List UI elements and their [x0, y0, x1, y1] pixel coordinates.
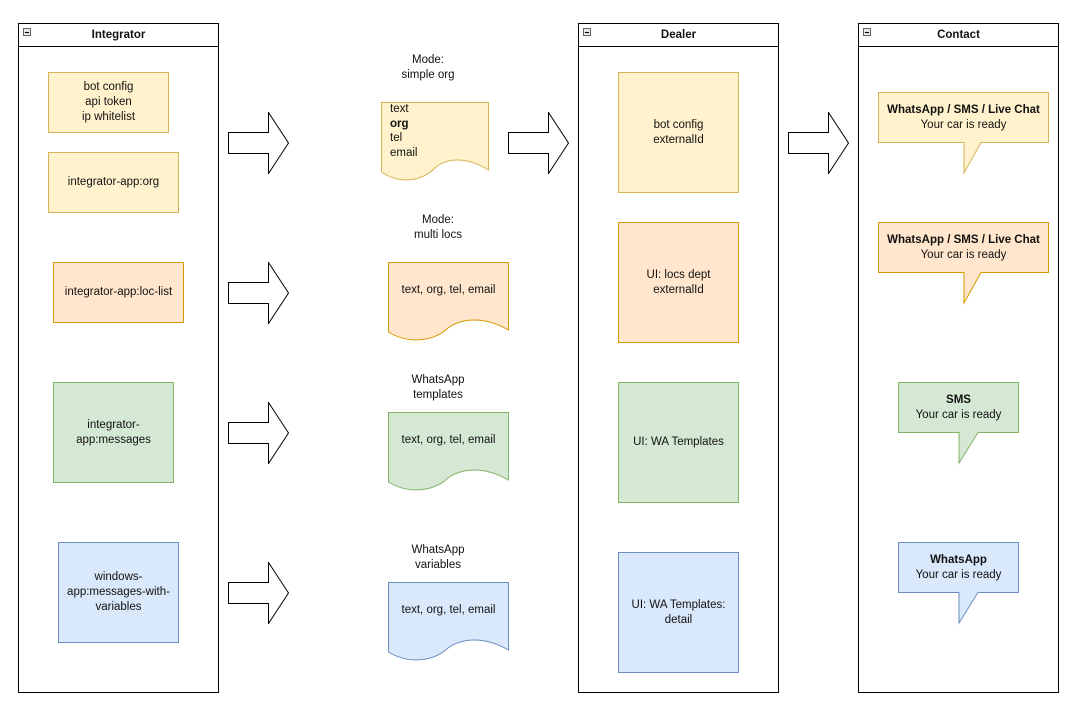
box-line: externalId [653, 283, 704, 296]
fields-text: text, org, tel, email [401, 434, 496, 446]
box-line: windows- [94, 571, 143, 583]
fields-text: text, org, tel, email [401, 284, 496, 296]
bubble-title: WhatsApp / SMS / Live Chat [887, 104, 1040, 116]
caption-line: variables [414, 559, 462, 571]
integrator-pool-header: Integrator [19, 24, 218, 47]
mode-doc-simple-org[interactable]: text org tel email [381, 102, 489, 182]
bubble-message: Your car is ready [915, 569, 1002, 581]
bubble-message: Your car is ready [920, 119, 1007, 131]
box-line: app:messages-with- [67, 586, 170, 598]
contact-bubble-whatsapp[interactable]: WhatsApp Your car is ready [898, 542, 1019, 625]
arrow-right-icon [508, 112, 570, 174]
box-line: integrator-app:org [67, 176, 160, 188]
field-email: email [390, 146, 418, 159]
box-line: api token [85, 96, 132, 108]
mode-caption-whatsapp-templates: WhatsApp templates [388, 373, 488, 403]
box-line: externalId [653, 133, 704, 146]
integrator-bot-config[interactable]: bot config api token ip whitelist [48, 72, 169, 133]
bubble-title: SMS [946, 394, 971, 406]
box-line: bot config [83, 81, 134, 93]
bubble-title: WhatsApp [930, 554, 987, 566]
arrow-right-icon [788, 112, 850, 174]
caption-line: multi locs [414, 229, 462, 241]
box-line: bot config [653, 118, 704, 131]
bubble-message: Your car is ready [920, 249, 1007, 261]
field-org: org [390, 117, 409, 130]
collapse-icon[interactable] [583, 28, 591, 36]
integrator-app-messages[interactable]: integrator- app:messages [53, 382, 174, 483]
integrator-app-loc-list[interactable]: integrator-app:loc-list [53, 262, 184, 323]
pool-title: Contact [937, 29, 980, 41]
mode-caption-multi-locs: Mode: multi locs [388, 213, 488, 243]
contact-bubble-sms[interactable]: SMS Your car is ready [898, 382, 1019, 465]
box-line: UI: WA Templates: [631, 598, 726, 611]
mode-caption-whatsapp-variables: WhatsApp variables [388, 543, 488, 573]
field-text: text [390, 103, 409, 115]
box-line: ip whitelist [81, 111, 136, 123]
arrow-right-icon [228, 262, 290, 324]
box-line: variables [95, 601, 142, 613]
caption-line: Mode: [412, 54, 444, 66]
mode-doc-multi-locs[interactable]: text, org, tel, email [388, 262, 509, 342]
integrator-app-org[interactable]: integrator-app:org [48, 152, 179, 213]
box-line: integrator-app:loc-list [64, 286, 173, 298]
mode-caption-simple-org: Mode: simple org [378, 53, 478, 83]
box-line: UI: locs dept [646, 268, 711, 281]
box-line: app:messages [76, 433, 151, 446]
caption-line: Mode: [422, 214, 454, 226]
dealer-ui-wa-templates-detail[interactable]: UI: WA Templates: detail [618, 552, 739, 673]
caption-line: simple org [401, 69, 455, 81]
arrow-right-icon [228, 112, 290, 174]
dealer-pool-header: Dealer [579, 24, 778, 47]
mode-doc-whatsapp-templates[interactable]: text, org, tel, email [388, 412, 509, 492]
dealer-ui-wa-templates[interactable]: UI: WA Templates [618, 382, 739, 503]
dealer-bot-config[interactable]: bot config externalId [618, 72, 739, 193]
arrow-right-icon [228, 562, 290, 624]
collapse-icon[interactable] [23, 28, 31, 36]
box-line: integrator- [87, 418, 140, 431]
pool-title: Dealer [660, 29, 697, 41]
box-line: UI: WA Templates [633, 436, 724, 448]
bubble-message: Your car is ready [915, 409, 1002, 421]
field-tel: tel [390, 132, 403, 144]
box-line: detail [664, 613, 693, 626]
contact-bubble-whatsapp-sms-livechat-locs[interactable]: WhatsApp / SMS / Live Chat Your car is r… [878, 222, 1049, 305]
windows-app-messages-with-variables[interactable]: windows- app:messages-with- variables [58, 542, 179, 643]
caption-line: templates [413, 389, 463, 401]
pool-title: Integrator [91, 29, 146, 41]
arrow-right-icon [228, 402, 290, 464]
bubble-title: WhatsApp / SMS / Live Chat [887, 234, 1040, 246]
fields-text: text, org, tel, email [401, 604, 496, 616]
caption-line: WhatsApp [411, 544, 465, 556]
dealer-ui-locs-dept[interactable]: UI: locs dept externalId [618, 222, 739, 343]
contact-pool-header: Contact [859, 24, 1058, 47]
collapse-icon[interactable] [863, 28, 871, 36]
caption-line: WhatsApp [411, 374, 465, 386]
contact-bubble-whatsapp-sms-livechat[interactable]: WhatsApp / SMS / Live Chat Your car is r… [878, 92, 1049, 175]
mode-doc-whatsapp-variables[interactable]: text, org, tel, email [388, 582, 509, 662]
